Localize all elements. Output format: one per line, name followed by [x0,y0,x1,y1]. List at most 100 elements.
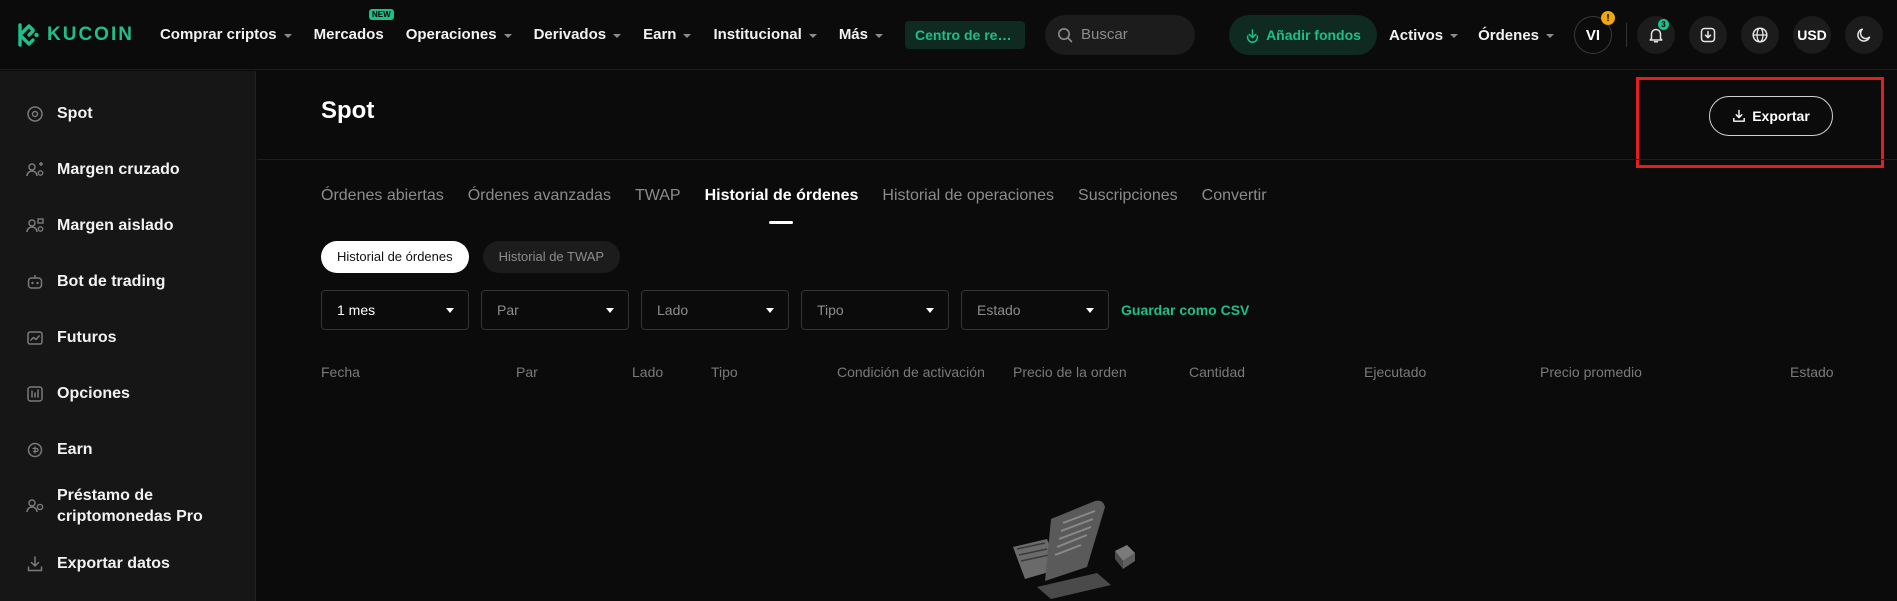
language-button[interactable] [1741,16,1779,54]
caret-down-icon [926,307,934,313]
theme-toggle-button[interactable] [1845,16,1883,54]
tab-twap[interactable]: TWAP [635,187,681,227]
tab-subscriptions[interactable]: Suscripciones [1078,187,1178,227]
sidebar: Spot Margen cruzado Margen aislado Bot d… [0,71,256,601]
sidebar-item-earn[interactable]: Earn [25,439,93,460]
chevron-down-icon [875,33,883,38]
main-content: Spot Exportar Órdenes abiertas Órdenes a… [257,71,1897,601]
search-input[interactable] [1081,26,1181,43]
robot-icon [27,274,43,289]
add-funds-button[interactable]: Añadir fondos [1229,15,1377,55]
currency-button[interactable]: USD [1793,16,1831,54]
column-date: Fecha [321,364,360,380]
table-header: Fecha Par Lado Tipo Condición de activac… [257,364,1897,384]
column-amount: Cantidad [1189,364,1246,380]
nav-buy-crypto-label: Comprar criptos [159,26,277,43]
chevron-down-icon [683,33,692,38]
rewards-center-button[interactable]: Centro de rec... [905,20,1025,49]
nav-assets[interactable]: Activos [1388,26,1459,44]
nav-assets-label: Activos [1388,26,1444,44]
side-select-value: Lado [657,302,689,318]
sidebar-item-label: Spot [57,105,93,122]
sidebar-item-label: Margen cruzado [57,161,180,178]
nav-orders[interactable]: Órdenes [1478,27,1554,44]
side-select[interactable]: Lado [641,290,789,330]
tab-open-orders[interactable]: Órdenes abiertas [321,187,444,227]
nav-divider [1626,23,1627,47]
empty-state-illustration [1013,500,1135,599]
column-order-price: Precio de la orden [1013,364,1127,380]
kucoin-logo[interactable]: KUCOIN [16,0,134,70]
pair-select-value: Par [497,302,519,318]
type-select[interactable]: Tipo [801,290,949,330]
nav-markets-label: Mercados [313,26,384,43]
column-trigger-condition: Condición de activación [837,364,985,380]
subtab-order-history[interactable]: Historial de órdenes [321,241,469,273]
caret-down-icon [446,307,454,313]
avatar[interactable]: VI ! [1574,11,1615,54]
nav-institutional[interactable]: Institucional [713,26,817,43]
column-pair: Par [516,364,538,380]
nav-more[interactable]: Más [839,26,883,43]
search-box[interactable] [1045,14,1195,55]
download-app-button[interactable] [1689,16,1727,54]
globe-icon [1752,27,1768,43]
export-button[interactable]: Exportar [1709,96,1833,136]
avatar-initials: VI [1585,26,1601,44]
notifications-button[interactable]: 3 [1637,16,1675,54]
type-select-value: Tipo [817,302,844,318]
pair-select[interactable]: Par [481,290,629,330]
column-type: Tipo [711,364,738,380]
top-navigation: KUCOIN Comprar criptos Mercados NEW Opera… [0,0,1897,70]
sidebar-item-crypto-loan-pro[interactable]: Préstamo de criptomonedas Pro [25,485,217,527]
export-data-icon [27,555,43,571]
nav-trade[interactable]: Operaciones [406,26,512,43]
caret-down-icon [606,307,614,313]
nav-more-label: Más [838,26,868,43]
chevron-down-icon [1450,34,1459,38]
sidebar-item-label: Préstamo de criptomonedas Pro [57,487,203,525]
nav-derivatives[interactable]: Derivados [534,26,622,43]
sidebar-item-label: Opciones [57,385,130,402]
nav-institutional-label: Institucional [713,26,802,43]
sidebar-item-futures[interactable]: Futuros [25,327,117,348]
filter-bar: 1 mes Par Lado Tipo Estado Guardar como … [321,290,1249,330]
tab-advanced-orders[interactable]: Órdenes avanzadas [468,187,611,227]
cross-margin-icon [26,161,44,176]
column-side: Lado [632,364,664,380]
moon-icon [1857,28,1871,42]
column-average-price: Precio promedio [1540,364,1642,380]
nav-markets[interactable]: Mercados NEW [313,9,394,43]
sidebar-item-trading-bot[interactable]: Bot de trading [25,271,165,292]
save-as-csv-link[interactable]: Guardar como CSV [1121,302,1249,318]
sidebar-item-label: Earn [57,441,93,458]
nav-derivatives-label: Derivados [533,26,607,43]
isolated-margin-icon [26,217,44,232]
sidebar-item-label: Bot de trading [57,273,166,290]
sidebar-item-isolated-margin[interactable]: Margen aislado [25,215,173,236]
nav-earn[interactable]: Earn [643,26,692,43]
subtab-twap-history[interactable]: Historial de TWAP [482,241,621,273]
status-select[interactable]: Estado [961,290,1109,330]
sidebar-item-cross-margin[interactable]: Margen cruzado [25,159,180,180]
sidebar-item-export-data[interactable]: Exportar datos [25,553,170,574]
history-subtabs: Historial de órdenes Historial de TWAP [321,241,634,273]
brand-name: KUCOIN [47,23,134,45]
futures-icon [27,330,43,345]
earn-icon [27,442,43,457]
deposit-icon [1246,28,1259,43]
nav-buy-crypto[interactable]: Comprar criptos [160,26,292,43]
caret-down-icon [1086,307,1094,313]
kucoin-logo-icon [18,22,39,47]
spot-icon [27,105,43,122]
sidebar-item-options[interactable]: Opciones [25,383,130,404]
loan-icon [26,499,44,513]
sidebar-item-spot[interactable]: Spot [25,103,93,124]
add-funds-label: Añadir fondos [1266,27,1361,43]
period-select[interactable]: 1 mes [321,290,469,330]
header-divider [257,159,1897,160]
order-tabs: Órdenes abiertas Órdenes avanzadas TWAP … [321,187,1291,227]
tab-trade-history[interactable]: Historial de operaciones [882,187,1054,227]
tab-convert[interactable]: Convertir [1202,187,1267,227]
tab-order-history[interactable]: Historial de órdenes [705,187,859,227]
